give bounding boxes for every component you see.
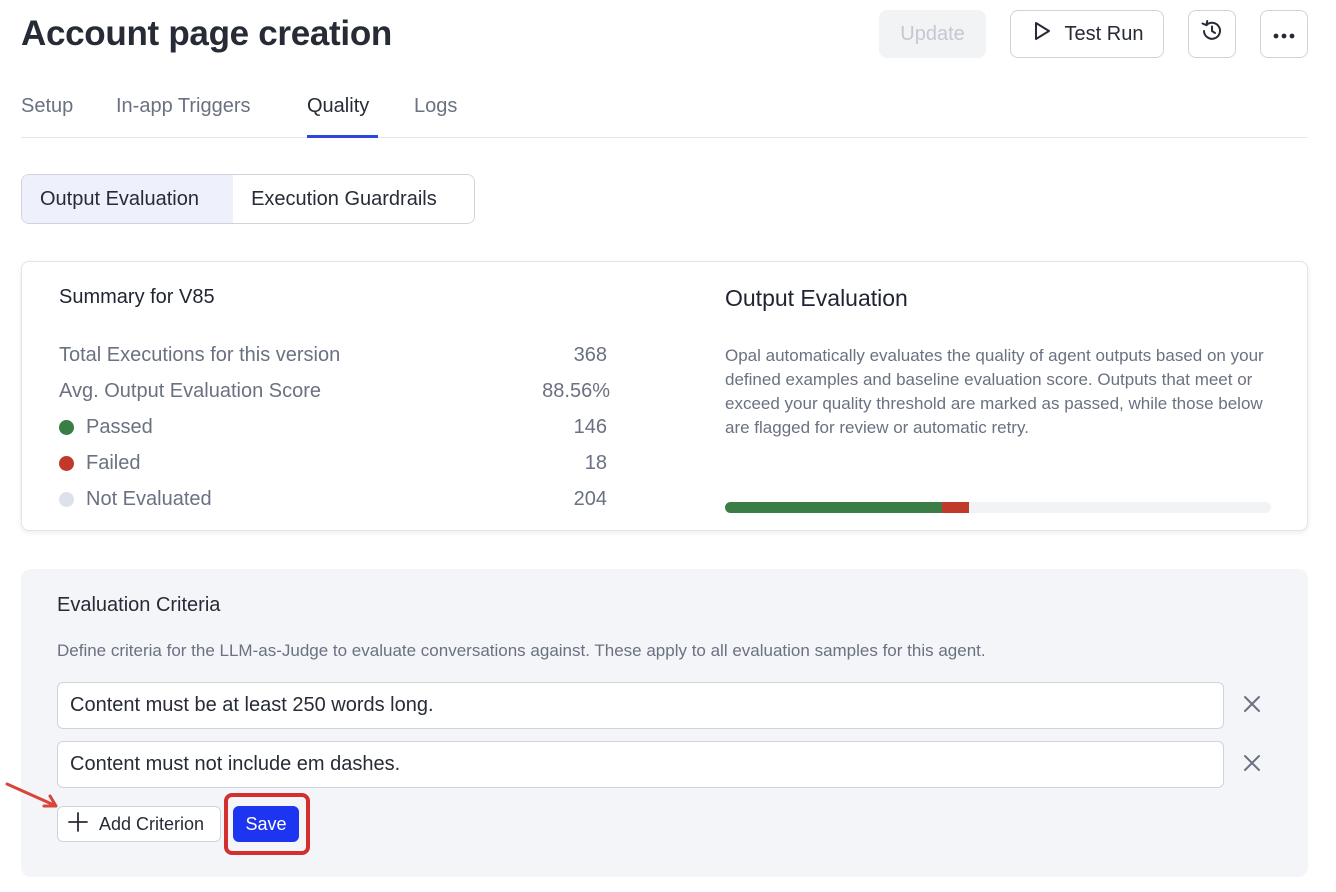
criteria-title: Evaluation Criteria — [57, 594, 221, 616]
progress-segment-failed — [941, 502, 969, 513]
stat-label: Failed — [86, 452, 141, 474]
add-criterion-label: Add Criterion — [99, 813, 205, 834]
play-icon — [1031, 20, 1053, 48]
stat-row-total-executions: Total Executions for this version 368 — [59, 341, 607, 369]
annotation-arrow-icon — [5, 782, 58, 808]
progress-segment-passed — [725, 502, 942, 513]
save-highlight-box — [224, 793, 310, 855]
output-evaluation-title: Output Evaluation — [725, 285, 908, 311]
output-evaluation-description: Opal automatically evaluates the quality… — [725, 346, 1264, 437]
more-options-button[interactable] — [1260, 10, 1308, 58]
stat-label: Not Evaluated — [86, 488, 212, 510]
version-history-button[interactable] — [1188, 10, 1236, 58]
page-title: Account page creation — [21, 14, 392, 53]
stat-label: Total Executions for this version — [59, 344, 341, 366]
test-run-button[interactable]: Test Run — [1010, 10, 1164, 58]
evaluation-mode-toggle: Output Evaluation Execution Guardrails — [21, 174, 475, 224]
stat-label: Passed — [86, 416, 153, 438]
criterion-input[interactable]: Content must be at least 250 words long. — [57, 682, 1224, 729]
stat-row-failed: Failed 18 — [59, 449, 607, 477]
add-criterion-button[interactable]: Add Criterion — [57, 806, 221, 842]
criteria-description: Define criteria for the LLM-as-Judge to … — [57, 641, 986, 660]
segment-execution-guardrails[interactable]: Execution Guardrails — [233, 175, 474, 223]
active-tab-indicator — [307, 135, 378, 138]
history-icon — [1199, 18, 1225, 50]
summary-title: Summary for V85 — [59, 286, 215, 308]
more-icon — [1272, 23, 1296, 46]
tab-logs[interactable]: Logs — [414, 94, 457, 118]
criterion-input[interactable]: Content must not include em dashes. — [57, 741, 1224, 788]
close-icon — [1243, 754, 1261, 777]
summary-card: Summary for V85 Total Executions for thi… — [21, 261, 1308, 531]
remove-criterion-button[interactable] — [1240, 694, 1264, 718]
not-evaluated-status-dot — [59, 491, 74, 507]
stat-value: 18 — [584, 452, 607, 474]
stat-label: Avg. Output Evaluation Score — [59, 380, 322, 402]
tab-quality[interactable]: Quality — [307, 94, 369, 118]
evaluation-progress-bar — [725, 502, 1271, 513]
stat-value: 204 — [573, 488, 607, 510]
segment-output-evaluation[interactable]: Output Evaluation — [22, 175, 234, 223]
tab-in-app-triggers[interactable]: In-app Triggers — [116, 94, 251, 118]
tab-setup[interactable]: Setup — [21, 94, 73, 118]
test-run-label: Test Run — [1064, 22, 1144, 45]
stat-row-avg-score: Avg. Output Evaluation Score 88.56% — [59, 377, 610, 405]
passed-status-dot — [59, 419, 74, 435]
stat-value: 368 — [573, 344, 607, 366]
stat-value: 146 — [573, 416, 607, 438]
close-icon — [1243, 695, 1261, 718]
stat-value: 88.56% — [542, 380, 610, 402]
tab-bar: Setup In-app Triggers Quality Logs — [21, 84, 1308, 138]
failed-status-dot — [59, 455, 74, 471]
remove-criterion-button[interactable] — [1240, 753, 1264, 777]
evaluation-criteria-panel: Evaluation Criteria Define criteria for … — [21, 569, 1308, 877]
plus-icon — [67, 811, 89, 838]
update-button[interactable]: Update — [879, 10, 986, 58]
page-header: Account page creation Update Test Run — [21, 10, 1308, 58]
stat-row-not-evaluated: Not Evaluated 204 — [59, 485, 607, 513]
stat-row-passed: Passed 146 — [59, 413, 607, 441]
